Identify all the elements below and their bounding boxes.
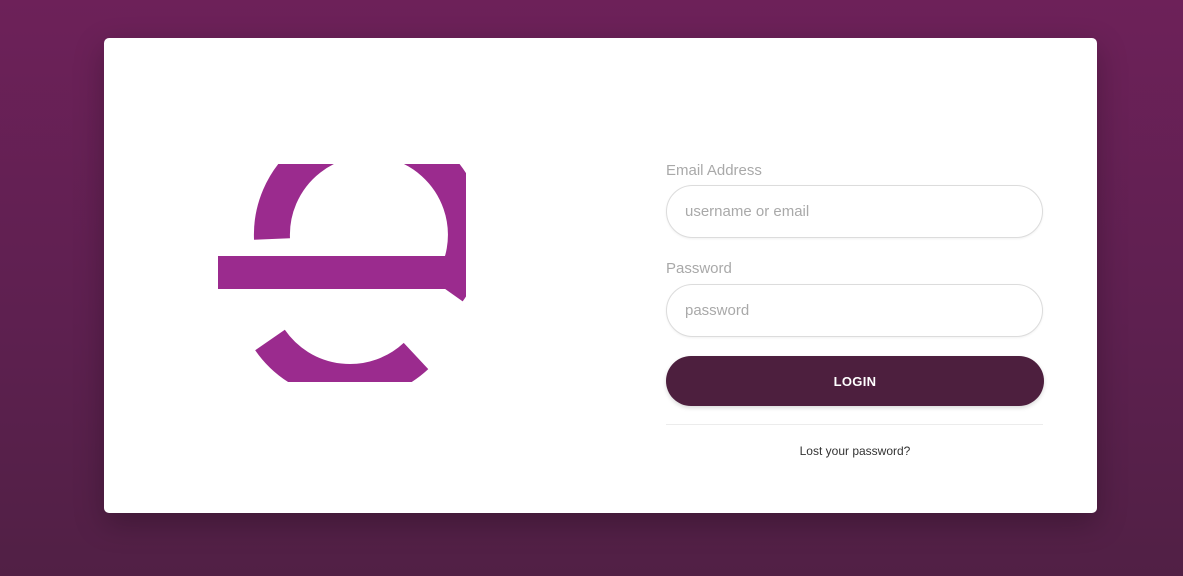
login-form: Email Address Password LOGIN Lost your p… bbox=[666, 160, 1044, 458]
email-input[interactable] bbox=[666, 185, 1043, 238]
lost-password-link[interactable]: Lost your password? bbox=[666, 444, 1044, 458]
password-label: Password bbox=[666, 260, 732, 277]
login-button[interactable]: LOGIN bbox=[666, 356, 1044, 406]
login-card: Email Address Password LOGIN Lost your p… bbox=[104, 38, 1097, 513]
password-input[interactable] bbox=[666, 284, 1043, 337]
email-label: Email Address bbox=[666, 162, 762, 179]
divider bbox=[666, 424, 1043, 425]
e-letter-logo-icon bbox=[218, 164, 466, 382]
